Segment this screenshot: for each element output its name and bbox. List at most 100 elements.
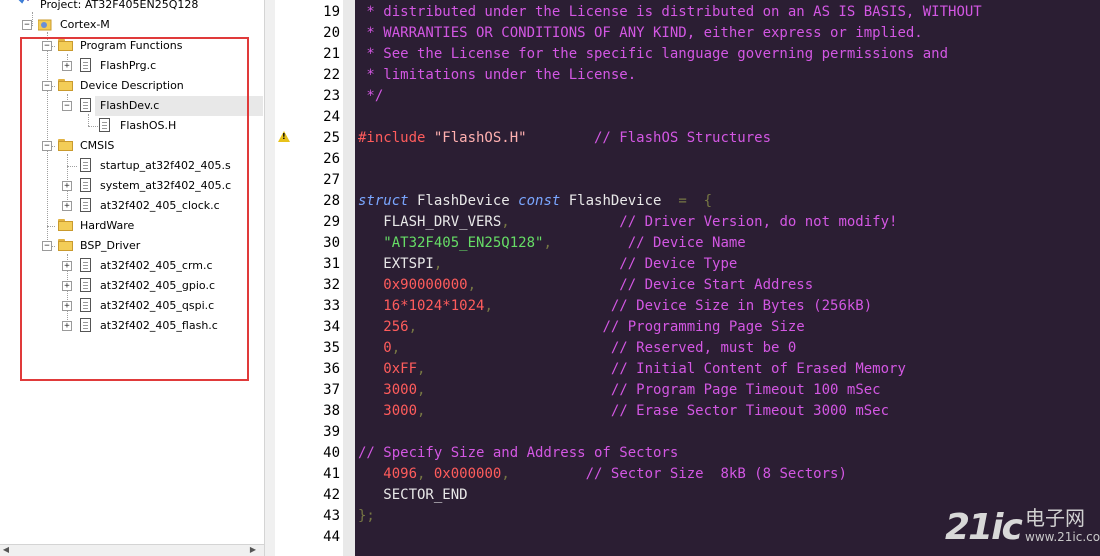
code-line[interactable]: struct FlashDevice const FlashDevice = { [358, 191, 712, 212]
code-token: SECTOR_END [358, 487, 468, 503]
code-token: , [417, 466, 434, 482]
line-number: 31 [323, 256, 340, 272]
code-token: * limitations under the License. [358, 67, 637, 83]
line-number: 19 [323, 4, 340, 20]
code-token: , [408, 319, 418, 335]
line-number: 27 [323, 172, 340, 188]
line-number: 44 [323, 529, 340, 545]
code-line[interactable]: * WARRANTIES OR CONDITIONS OF ANY KIND, … [358, 23, 923, 44]
scroll-left-icon[interactable]: ◀ [1, 545, 11, 555]
code-token: 3000 [358, 382, 418, 398]
code-token: FLASH_DRV_VERS [358, 214, 502, 230]
code-line[interactable]: * See the License for the specific langu… [358, 44, 948, 65]
line-number: 33 [323, 298, 340, 314]
code-token: 256 [358, 319, 409, 335]
code-line[interactable]: 3000, // Erase Sector Timeout 3000 mSec [358, 401, 889, 422]
line-number: 37 [323, 382, 340, 398]
watermark-url: www.21ic.com [1025, 530, 1100, 544]
code-line[interactable]: 256, // Programming Page Size [358, 317, 805, 338]
code-token: // Specify Size and Address of Sectors [358, 445, 679, 461]
project-tree-panel: Project: AT32F405EN25Q128 − Cortex-M − P… [0, 0, 264, 556]
code-token: #include [358, 130, 434, 146]
code-line[interactable]: 0x90000000, // Device Start Address [358, 275, 813, 296]
code-token: 3000 [358, 403, 418, 419]
code-token: // Programming Page Size [417, 319, 805, 335]
code-token: // Driver Version, do not modify! [509, 214, 898, 230]
code-token: // Device Name [551, 235, 746, 251]
code-line[interactable]: * limitations under the License. [358, 65, 636, 86]
code-line[interactable]: 4096, 0x000000, // Sector Size 8kB (8 Se… [358, 464, 847, 485]
tree-vertical-scrollbar[interactable] [264, 0, 275, 556]
code-token: // Sector Size 8kB (8 Sectors) [509, 466, 847, 482]
code-token: // Device Size in Bytes (256kB) [492, 298, 873, 314]
code-token: "FlashOS.H" [433, 130, 527, 146]
line-number: 26 [323, 151, 340, 167]
target-folder-icon [38, 19, 52, 31]
code-token: , [501, 214, 510, 230]
code-line[interactable]: 16*1024*1024, // Device Size in Bytes (2… [358, 296, 872, 317]
code-token: , [543, 235, 552, 251]
code-token: * distributed under the License is distr… [358, 4, 982, 20]
code-line[interactable]: 0xFF, // Initial Content of Erased Memor… [358, 359, 906, 380]
code-token: FlashDevice [560, 193, 679, 209]
code-token: */ [358, 88, 384, 104]
code-token: 4096 [358, 466, 418, 482]
line-number: 40 [323, 445, 340, 461]
line-number: 24 [323, 109, 340, 125]
line-number: 22 [323, 67, 340, 83]
code-token: = { [678, 193, 713, 209]
code-token: EXTSPI [358, 256, 434, 272]
code-token: 0xFF [358, 361, 418, 377]
code-token: * See the License for the specific langu… [358, 46, 949, 62]
line-number: 29 [323, 214, 340, 230]
code-line[interactable]: "AT32F405_EN25Q128", // Device Name [358, 233, 746, 254]
code-token: , [484, 298, 493, 314]
line-number: 35 [323, 340, 340, 356]
code-line[interactable]: }; [358, 506, 375, 527]
code-line[interactable]: 0, // Reserved, must be 0 [358, 338, 796, 359]
line-number: 41 [323, 466, 340, 482]
code-token: 0x90000000 [358, 277, 468, 293]
target-label: Cortex-M [60, 18, 110, 31]
scroll-right-icon[interactable]: ▶ [248, 545, 258, 555]
code-line[interactable]: SECTOR_END [358, 485, 468, 506]
code-line[interactable]: #include "FlashOS.H" // FlashOS Structur… [358, 128, 771, 149]
code-token: , [391, 340, 401, 356]
code-token: 0x000000 [433, 466, 502, 482]
code-token: // Device Start Address [476, 277, 814, 293]
code-token: 0 [358, 340, 392, 356]
code-token: // FlashOS Structures [526, 130, 772, 146]
watermark-brand: 21ic [945, 507, 1023, 548]
line-number: 42 [323, 487, 340, 503]
code-line[interactable]: FLASH_DRV_VERS, // Driver Version, do no… [358, 212, 897, 233]
code-line[interactable]: * distributed under the License is distr… [358, 2, 982, 23]
code-line[interactable]: EXTSPI, // Device Type [358, 254, 737, 275]
line-number: 23 [323, 88, 340, 104]
code-token: // Reserved, must be 0 [400, 340, 797, 356]
line-number: 32 [323, 277, 340, 293]
line-number: 38 [323, 403, 340, 419]
code-line[interactable]: */ [358, 86, 383, 107]
line-number: 28 [323, 193, 340, 209]
code-token: "AT32F405_EN25Q128" [358, 235, 544, 251]
line-number: 25 [323, 130, 340, 146]
project-icon [18, 0, 29, 4]
editor-fold-margin [343, 0, 355, 556]
line-number: 21 [323, 46, 340, 62]
code-token: 16*1024*1024 [358, 298, 485, 314]
code-token: FlashDevice [408, 193, 519, 209]
code-token: , [467, 277, 477, 293]
code-line[interactable]: // Specify Size and Address of Sectors [358, 443, 678, 464]
code-token: // Device Type [442, 256, 738, 272]
collapse-toggle-icon[interactable]: − [22, 20, 32, 30]
watermark-cn: 电子网 [1025, 506, 1085, 530]
code-token: , [501, 466, 510, 482]
tree-horizontal-scrollbar[interactable]: ◀ ▶ [0, 544, 264, 556]
line-number: 20 [323, 25, 340, 41]
warning-icon[interactable] [278, 131, 290, 142]
code-token: * WARRANTIES OR CONDITIONS OF ANY KIND, … [358, 25, 923, 41]
code-line[interactable]: 3000, // Program Page Timeout 100 mSec [358, 380, 881, 401]
line-number: 34 [323, 319, 340, 335]
code-token: // Program Page Timeout 100 mSec [425, 382, 881, 398]
code-token: const [518, 193, 561, 209]
